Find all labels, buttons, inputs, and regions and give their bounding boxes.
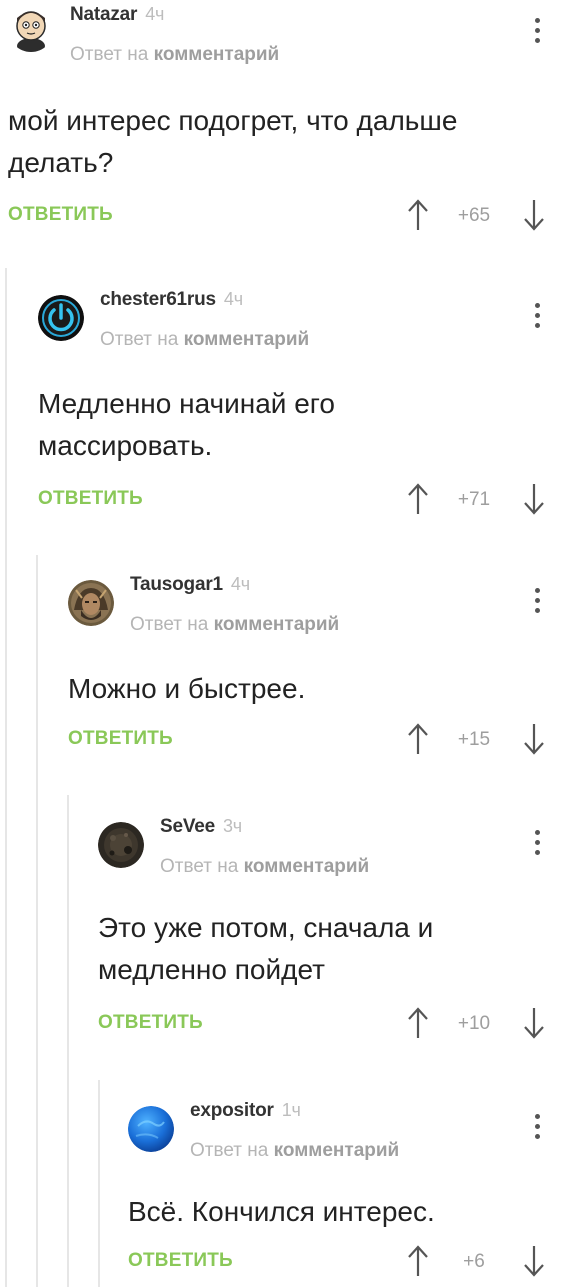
comment: SeVee 3ч Ответ на комментарий Это уже пот…: [98, 812, 570, 1072]
reply-to-label: Ответ на комментарий: [130, 614, 339, 636]
comment: chester61rus 4ч Ответ на комментарий Медл…: [38, 285, 570, 545]
comment-actions: ОТВЕТИТЬ +6: [128, 1242, 570, 1282]
comment-header: chester61rus 4ч Ответ на комментарий: [38, 285, 570, 350]
comment-actions: ОТВЕТИТЬ +65: [8, 196, 570, 236]
comment-time: 1ч: [281, 1100, 301, 1120]
comment-time: 4ч: [223, 289, 243, 309]
comment: expositor 1ч Ответ на комментарий Всё. Ко…: [128, 1096, 570, 1287]
username-text[interactable]: chester61rus: [100, 289, 216, 310]
comment-text-line: медленно пойдет: [98, 954, 325, 985]
cartoon-avatar-icon[interactable]: [8, 6, 54, 52]
vote-controls: +15: [406, 720, 546, 760]
reply-button[interactable]: ОТВЕТИТЬ: [68, 728, 173, 750]
reply-to-label: Ответ на комментарий: [190, 1140, 399, 1162]
thread-line: [98, 1080, 100, 1287]
warrior-avatar-icon[interactable]: [68, 580, 114, 626]
reply-button[interactable]: ОТВЕТИТЬ: [98, 1012, 203, 1034]
arrow-down-icon[interactable]: [522, 722, 546, 756]
more-options-icon[interactable]: [532, 299, 542, 333]
comment: Tausogar1 4ч Ответ на комментарий Можно и…: [68, 570, 570, 780]
reply-target-link[interactable]: комментарий: [244, 856, 370, 877]
comment-time: 4ч: [145, 4, 165, 24]
vote-controls: +10: [406, 1004, 546, 1044]
comment-text-line: делать?: [8, 147, 114, 178]
comment-header: SeVee 3ч Ответ на комментарий: [98, 812, 570, 877]
more-options-icon[interactable]: [532, 826, 542, 860]
reply-button[interactable]: ОТВЕТИТЬ: [8, 204, 113, 226]
comment-text: Можно и быстрее.: [68, 668, 530, 710]
vote-controls: +65: [406, 196, 546, 236]
comment-actions: ОТВЕТИТЬ +15: [68, 720, 570, 760]
comment-time: 3ч: [223, 816, 242, 836]
reply-target-link[interactable]: комментарий: [274, 1140, 400, 1161]
comment-text-line: мой интерес подогрет, что дальше: [8, 105, 458, 136]
vote-score: +6: [463, 1251, 485, 1272]
comment-text: мой интерес подогрет, что дальше делать?: [8, 100, 530, 184]
thread-line: [67, 795, 69, 1287]
arrow-down-icon[interactable]: [522, 198, 546, 232]
comment-text-line: Можно и быстрее.: [68, 673, 306, 704]
comment: Natazar 4ч Ответ на комментарий мой интер…: [8, 0, 570, 260]
arrow-down-icon[interactable]: [522, 1244, 546, 1278]
vote-score: +15: [457, 729, 491, 750]
more-options-icon[interactable]: [532, 1110, 542, 1144]
vote-controls: +6: [406, 1242, 546, 1282]
dark-texture-avatar-icon[interactable]: [98, 822, 144, 868]
reply-target-link[interactable]: комментарий: [184, 329, 310, 350]
reply-prefix: Ответ на: [190, 1140, 269, 1161]
comment-actions: ОТВЕТИТЬ +71: [38, 480, 570, 520]
blue-globe-avatar-icon[interactable]: [128, 1106, 174, 1152]
reply-to-label: Ответ на комментарий: [100, 329, 309, 351]
comment-header: expositor 1ч Ответ на комментарий: [128, 1096, 570, 1161]
comment-header: Tausogar1 4ч Ответ на комментарий: [68, 570, 570, 635]
arrow-down-icon[interactable]: [522, 482, 546, 516]
arrow-up-icon[interactable]: [406, 1244, 430, 1278]
vote-score: +65: [457, 205, 491, 226]
thread-line: [5, 268, 7, 1287]
reply-button[interactable]: ОТВЕТИТЬ: [128, 1250, 233, 1272]
username-text[interactable]: SeVee: [160, 816, 215, 837]
reply-target-link[interactable]: комментарий: [214, 614, 340, 635]
comment-text: Это уже потом, сначала и медленно пойдет: [98, 907, 530, 991]
comment-text: Медленно начинай его массировать.: [38, 383, 530, 467]
arrow-down-icon[interactable]: [522, 1006, 546, 1040]
reply-to-label: Ответ на комментарий: [160, 856, 369, 878]
more-options-icon[interactable]: [532, 14, 542, 48]
arrow-up-icon[interactable]: [406, 1006, 430, 1040]
comment-text-line: Всё. Кончился интерес.: [128, 1196, 435, 1227]
reply-prefix: Ответ на: [70, 44, 149, 65]
comment-actions: ОТВЕТИТЬ +10: [98, 1004, 570, 1044]
vote-score: +71: [457, 489, 491, 510]
arrow-up-icon[interactable]: [406, 722, 430, 756]
vote-score: +10: [457, 1013, 491, 1034]
username[interactable]: chester61rus 4ч: [100, 289, 243, 311]
username-text[interactable]: Natazar: [70, 4, 137, 25]
username-text[interactable]: expositor: [190, 1100, 274, 1121]
comment-text-line: Это уже потом, сначала и: [98, 912, 434, 943]
reply-to-label: Ответ на комментарий: [70, 44, 279, 66]
power-button-avatar-icon[interactable]: [38, 295, 84, 341]
username[interactable]: expositor 1ч: [190, 1100, 301, 1122]
arrow-up-icon[interactable]: [406, 198, 430, 232]
reply-button[interactable]: ОТВЕТИТЬ: [38, 488, 143, 510]
comment-text: Всё. Кончился интерес.: [128, 1191, 530, 1233]
username[interactable]: Natazar 4ч: [70, 4, 164, 26]
username[interactable]: Tausogar1 4ч: [130, 574, 250, 596]
comment-time: 4ч: [230, 574, 250, 594]
vote-controls: +71: [406, 480, 546, 520]
comment-text-line: Медленно начинай его: [38, 388, 335, 419]
arrow-up-icon[interactable]: [406, 482, 430, 516]
comment-header: Natazar 4ч Ответ на комментарий: [8, 0, 570, 65]
username-text[interactable]: Tausogar1: [130, 574, 223, 595]
thread-line: [36, 555, 38, 1287]
reply-prefix: Ответ на: [100, 329, 179, 350]
more-options-icon[interactable]: [532, 584, 542, 618]
comment-text-line: массировать.: [38, 430, 213, 461]
username[interactable]: SeVee 3ч: [160, 816, 242, 838]
reply-target-link[interactable]: комментарий: [154, 44, 280, 65]
reply-prefix: Ответ на: [160, 856, 239, 877]
reply-prefix: Ответ на: [130, 614, 209, 635]
